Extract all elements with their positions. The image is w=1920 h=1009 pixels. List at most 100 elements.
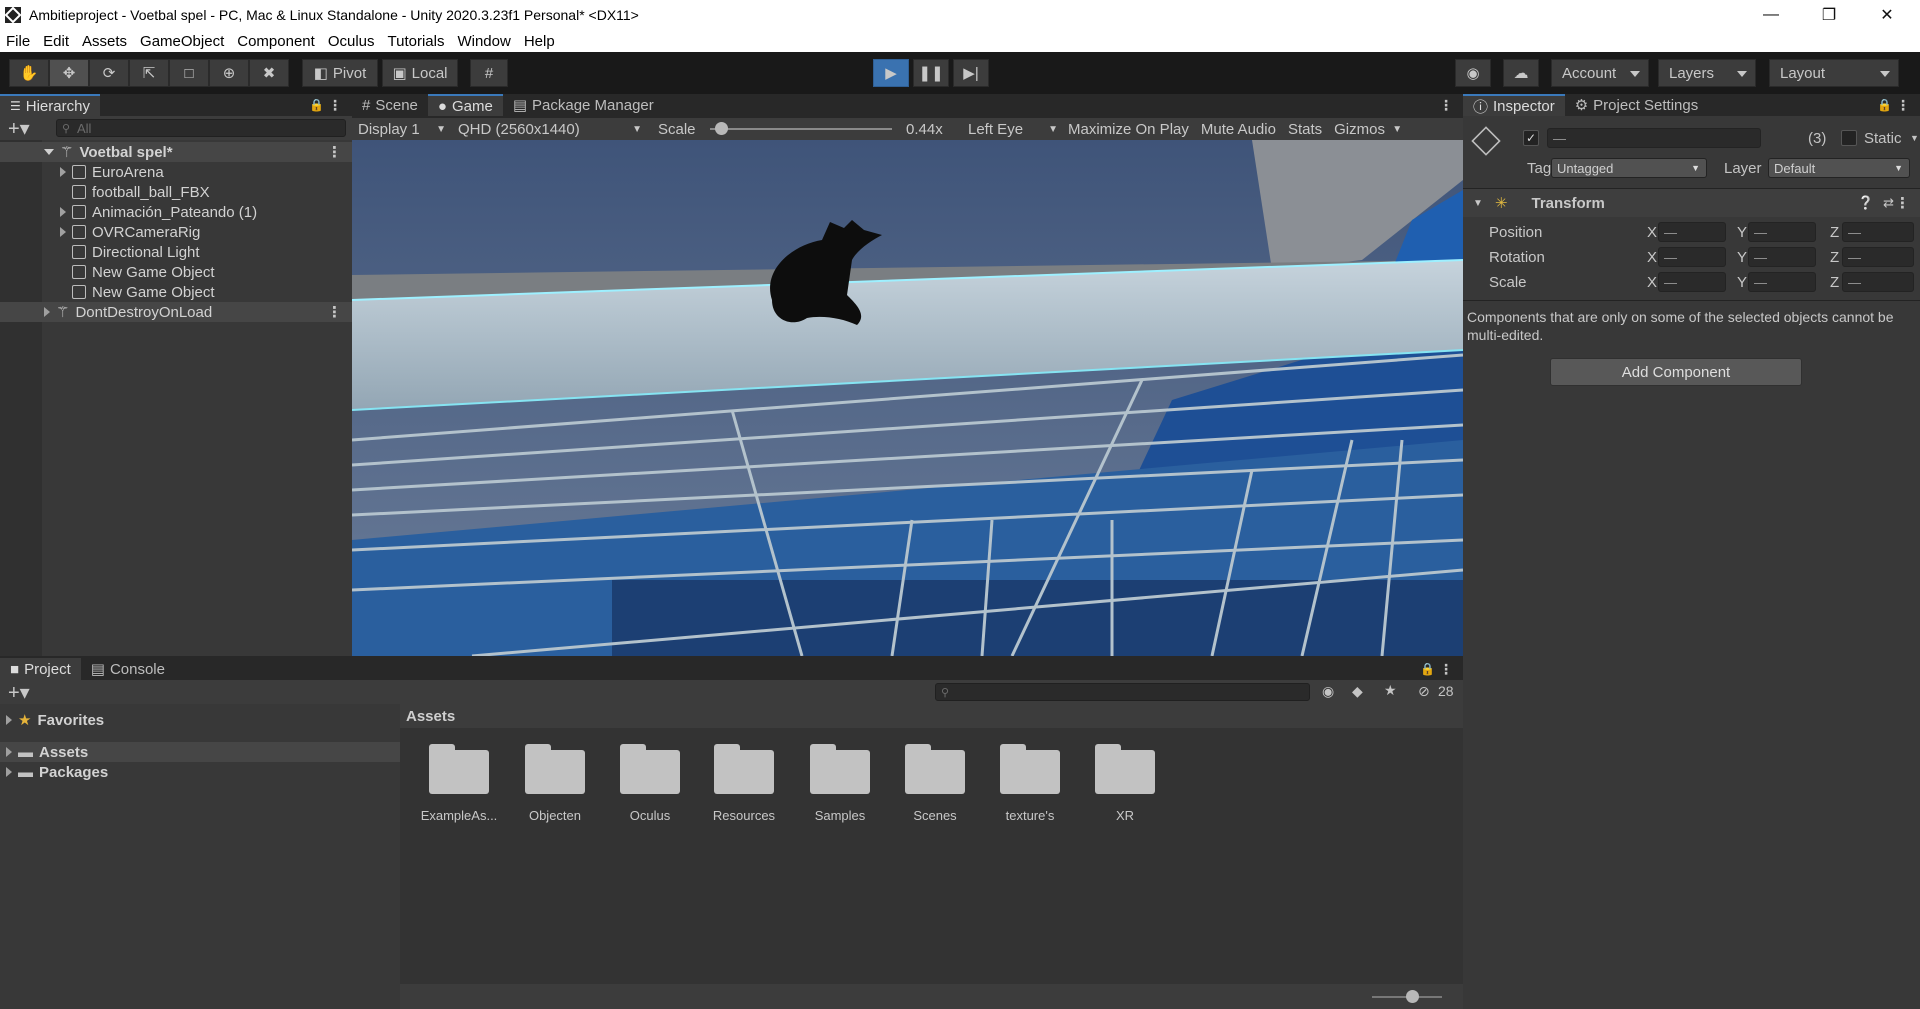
layer-dropdown[interactable]: Default ▼	[1768, 158, 1910, 178]
rect-tool-icon[interactable]: □	[169, 59, 209, 87]
minimize-icon[interactable]: —	[1748, 0, 1794, 30]
menu-edit[interactable]: Edit	[43, 33, 69, 50]
collapse-arrow-icon[interactable]	[60, 227, 66, 237]
tab-inspector[interactable]: ⓘ Inspector	[1463, 94, 1565, 116]
tab-game[interactable]: ● Game	[427, 94, 503, 116]
collab-icon[interactable]: ◉	[1455, 59, 1491, 87]
chevron-down-icon[interactable]: ▼	[1910, 133, 1919, 143]
component-menu-icon[interactable]: ⋮	[1895, 194, 1910, 212]
hand-tool-icon[interactable]: ✋	[9, 59, 49, 87]
scale-slider-thumb[interactable]	[714, 122, 728, 135]
hierarchy-scene-row[interactable]: ⚚ Voetbal spel* ⋮	[0, 142, 352, 162]
display-dropdown[interactable]: Display 1 ▼	[352, 118, 452, 140]
rotation-z-field[interactable]: —	[1842, 247, 1914, 267]
add-component-button[interactable]: Add Component	[1550, 358, 1802, 386]
static-checkbox[interactable]	[1841, 130, 1857, 146]
project-search-input[interactable]: ⚲	[935, 683, 1310, 701]
lock-icon[interactable]: 🔒	[309, 98, 324, 112]
move-tool-icon[interactable]: ✥	[49, 59, 89, 87]
lock-icon[interactable]: 🔒	[1877, 98, 1892, 112]
tree-item-packages[interactable]: ▬ Packages	[0, 762, 400, 782]
create-add-icon[interactable]: +▾	[8, 116, 30, 141]
stats-toggle[interactable]: Stats	[1282, 118, 1328, 140]
tree-item-favorites[interactable]: ★ Favorites	[0, 710, 400, 730]
asset-folder[interactable]: XR	[1080, 744, 1170, 823]
asset-folder[interactable]: Oculus	[605, 744, 695, 823]
scene-menu-icon[interactable]: ⋮	[327, 143, 342, 161]
search-by-label-icon[interactable]: ◆	[1352, 683, 1363, 700]
transform-tool-icon[interactable]: ⊕	[209, 59, 249, 87]
menu-help[interactable]: Help	[524, 33, 555, 50]
asset-folder[interactable]: texture's	[985, 744, 1075, 823]
collapse-arrow-icon[interactable]	[60, 167, 66, 177]
inspector-menu-icon[interactable]: ⋮	[1896, 97, 1910, 114]
tab-scene[interactable]: # Scene	[352, 94, 428, 116]
rotate-tool-icon[interactable]: ⟳	[89, 59, 129, 87]
position-x-field[interactable]: —	[1658, 222, 1726, 242]
close-icon[interactable]: ✕	[1864, 0, 1910, 30]
menu-window[interactable]: Window	[457, 33, 510, 50]
asset-folder[interactable]: ExampleAs...	[414, 744, 504, 823]
scale-x-field[interactable]: —	[1658, 272, 1726, 292]
tab-package-manager[interactable]: ▤ Package Manager	[503, 94, 664, 116]
resolution-dropdown[interactable]: QHD (2560x1440) ▼	[452, 118, 652, 140]
scale-z-field[interactable]: —	[1842, 272, 1914, 292]
hierarchy-item[interactable]: Animación_Pateando (1)	[0, 202, 352, 222]
menu-assets[interactable]: Assets	[82, 33, 127, 50]
active-checkbox[interactable]: ✓	[1523, 130, 1539, 146]
hierarchy-item[interactable]: football_ball_FBX	[0, 182, 352, 202]
preset-icon[interactable]: ⇄	[1883, 195, 1894, 211]
menu-tutorials[interactable]: Tutorials	[388, 33, 445, 50]
scale-y-field[interactable]: —	[1748, 272, 1816, 292]
tab-project[interactable]: ■ Project	[0, 658, 81, 680]
position-z-field[interactable]: —	[1842, 222, 1914, 242]
center-menu-icon[interactable]: ⋮	[1439, 97, 1453, 114]
collapse-arrow-icon[interactable]	[6, 767, 12, 777]
foldout-arrow-icon[interactable]: ▼	[1473, 198, 1483, 209]
account-dropdown[interactable]: Account	[1551, 59, 1649, 87]
grid-snap-icon[interactable]: #	[470, 59, 508, 87]
asset-folder[interactable]: Scenes	[890, 744, 980, 823]
collapse-arrow-icon[interactable]	[60, 207, 66, 217]
menu-gameobject[interactable]: GameObject	[140, 33, 224, 50]
rotation-x-field[interactable]: —	[1658, 247, 1726, 267]
hidden-packages-icon[interactable]: ⊘	[1418, 683, 1430, 700]
tab-hierarchy[interactable]: ☰ Hierarchy	[0, 94, 100, 116]
hierarchy-item[interactable]: EuroArena	[0, 162, 352, 182]
layout-dropdown[interactable]: Layout	[1769, 59, 1899, 87]
cloud-icon[interactable]: ☁	[1503, 59, 1539, 87]
restore-icon[interactable]: ❐	[1806, 0, 1852, 30]
search-by-type-icon[interactable]: ◉	[1322, 683, 1334, 700]
asset-folder[interactable]: Objecten	[510, 744, 600, 823]
play-button[interactable]: ▶	[873, 59, 909, 87]
help-icon[interactable]: ❔	[1858, 195, 1874, 211]
expand-arrow-icon[interactable]	[44, 149, 54, 155]
object-name-input[interactable]: —	[1547, 128, 1761, 148]
menu-component[interactable]: Component	[237, 33, 315, 50]
collapse-arrow-icon[interactable]	[44, 307, 50, 317]
asset-folder[interactable]: Resources	[699, 744, 789, 823]
lock-icon[interactable]: 🔒	[1420, 662, 1435, 676]
eye-dropdown[interactable]: Left Eye ▼	[962, 118, 1062, 140]
tag-dropdown[interactable]: Untagged ▼	[1551, 158, 1707, 178]
breadcrumb-assets[interactable]: Assets	[406, 708, 455, 725]
gizmos-dropdown[interactable]: Gizmos ▼	[1328, 118, 1404, 140]
menu-oculus[interactable]: Oculus	[328, 33, 375, 50]
hierarchy-scene-row[interactable]: ⚚ DontDestroyOnLoad ⋮	[0, 302, 352, 322]
pivot-toggle[interactable]: ◧ Pivot	[302, 59, 378, 87]
hierarchy-item[interactable]: Directional Light	[0, 242, 352, 262]
scale-tool-icon[interactable]: ⇱	[129, 59, 169, 87]
scene-menu-icon[interactable]: ⋮	[327, 303, 342, 321]
favorites-star-icon[interactable]: ★	[1384, 682, 1397, 699]
scale-slider-track[interactable]	[710, 128, 892, 130]
hierarchy-menu-icon[interactable]: ⋮	[328, 97, 342, 114]
menu-file[interactable]: File	[6, 33, 30, 50]
hierarchy-item[interactable]: OVRCameraRig	[0, 222, 352, 242]
layers-dropdown[interactable]: Layers	[1658, 59, 1756, 87]
hierarchy-item[interactable]: New Game Object	[0, 262, 352, 282]
maximize-on-play-toggle[interactable]: Maximize On Play	[1062, 118, 1195, 140]
pause-button[interactable]: ❚❚	[913, 59, 949, 87]
step-button[interactable]: ▶|	[953, 59, 989, 87]
asset-folder[interactable]: Samples	[795, 744, 885, 823]
collapse-arrow-icon[interactable]	[6, 747, 12, 757]
